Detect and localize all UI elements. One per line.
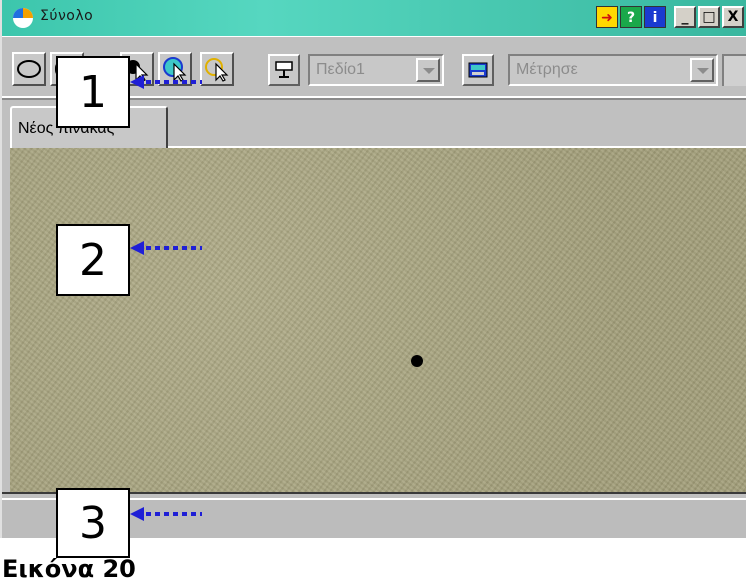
overflow-field[interactable]	[722, 54, 746, 86]
arrow-left-icon	[130, 507, 202, 521]
chevron-down-icon[interactable]	[690, 58, 714, 82]
arrow-left-icon	[130, 241, 202, 255]
ellipse-tool-icon	[17, 60, 41, 78]
calculator-icon	[468, 62, 488, 78]
help-icon[interactable]: ?	[620, 6, 642, 28]
callout-label-2: 2	[56, 224, 130, 296]
arrow-left-icon	[130, 75, 202, 89]
window-title: Σύνολο	[40, 8, 94, 24]
outline-select-tool-button[interactable]	[200, 52, 234, 86]
measure-button[interactable]	[462, 54, 494, 86]
minimize-button[interactable]: _	[674, 6, 696, 28]
info-icon[interactable]: i	[644, 6, 666, 28]
figure-caption: Εικόνα 20	[2, 555, 136, 583]
field-select-value: Πεδίο1	[316, 61, 365, 78]
data-point-dot[interactable]	[411, 355, 423, 367]
title-bar[interactable]: Σύνολο ➜ ? i _ □ X	[2, 0, 746, 36]
context-help-icon[interactable]: ➜	[596, 6, 618, 28]
drawing-canvas[interactable]	[10, 148, 746, 492]
outline-select-icon	[205, 58, 229, 82]
ellipse-tool-button[interactable]	[12, 52, 46, 86]
field-icon	[275, 61, 293, 78]
app-logo-icon	[13, 8, 33, 28]
callout-label-1: 1	[56, 56, 130, 128]
chevron-down-icon[interactable]	[416, 58, 440, 82]
field-select[interactable]: Πεδίο1	[308, 54, 444, 86]
maximize-button[interactable]: □	[698, 6, 720, 28]
measure-select[interactable]: Μέτρησε	[508, 54, 718, 86]
close-button[interactable]: X	[722, 6, 744, 28]
callout-label-3: 3	[56, 488, 130, 558]
measure-select-value: Μέτρησε	[516, 61, 578, 78]
field-button[interactable]	[268, 54, 300, 86]
